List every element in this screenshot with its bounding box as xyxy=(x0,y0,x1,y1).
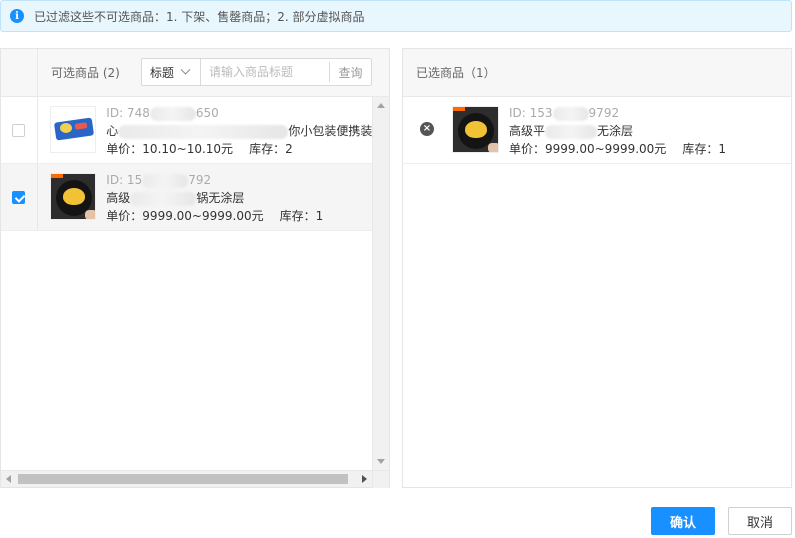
horizontal-scroll-thumb[interactable] xyxy=(18,474,348,484)
scroll-down-icon[interactable] xyxy=(377,459,385,464)
scroll-left-icon[interactable] xyxy=(6,475,11,483)
product-meta: 单价：10.10~10.10元 库存：2 xyxy=(106,140,372,158)
product-thumbnail xyxy=(49,106,97,153)
vertical-scrollbar[interactable] xyxy=(372,97,389,470)
row-check-cell[interactable] xyxy=(1,97,38,163)
header-check-column xyxy=(1,49,38,96)
product-name: 高级 锅无涂层 xyxy=(106,191,245,206)
scroll-up-icon[interactable] xyxy=(377,103,385,108)
product-row[interactable]: ID: 748 650 心你小包装便携装 单价：10.10~10.10元 库存：2 xyxy=(1,97,372,164)
remove-icon[interactable]: × xyxy=(420,122,434,136)
selected-products-panel: 已选商品（1） × ID: 153 9792 高级平 无涂层 单价：9999.00~… xyxy=(402,48,792,488)
search-field-value: 标题 xyxy=(150,65,175,80)
product-id: ID: 153 9792 xyxy=(509,106,620,121)
product-stock: 库存：2 xyxy=(249,142,293,156)
product-info: ID: 748 650 心你小包装便携装 单价：10.10~10.10元 库存：2 xyxy=(106,104,372,163)
product-checkbox[interactable] xyxy=(12,123,26,137)
selected-products-list: × ID: 153 9792 高级平 无涂层 单价：9999.00~9999.00元… xyxy=(403,97,791,164)
filter-notice: i 已过滤这些不可选商品：1. 下架、售罄商品；2. 部分虚拟商品 xyxy=(0,0,792,32)
product-id: ID: 748 650 xyxy=(106,106,219,121)
chevron-down-icon xyxy=(180,64,191,75)
search-button[interactable]: 查询 xyxy=(329,62,371,82)
product-stock: 库存：1 xyxy=(279,209,324,223)
product-id: ID: 15 792 xyxy=(106,173,212,188)
product-checkbox-checked[interactable] xyxy=(12,190,26,204)
product-price: 单价：10.10~10.10元 xyxy=(106,142,234,156)
product-row[interactable]: ID: 15 792 高级 锅无涂层 单价：9999.00~9999.00元 库存：1 xyxy=(1,164,372,231)
confirm-button[interactable]: 确认 xyxy=(651,507,715,535)
product-price: 单价：9999.00~9999.00元 xyxy=(509,142,667,156)
available-products-panel: 可选商品 (2) 标题 查询 ID: 748650 心你小包装便携装 单价：10… xyxy=(0,48,390,488)
product-price: 单价：9999.00~9999.00元 xyxy=(106,209,264,223)
selected-products-header: 已选商品（1） xyxy=(403,49,791,97)
scrollbar-corner xyxy=(372,471,389,488)
notice-text: 已过滤这些不可选商品：1. 下架、售罄商品；2. 部分虚拟商品 xyxy=(34,9,365,24)
info-icon: i xyxy=(10,9,24,23)
product-meta: 单价：9999.00~9999.00元 库存：1 xyxy=(509,140,749,158)
selected-products-title: 已选商品（1） xyxy=(416,66,496,80)
selected-product-row: × ID: 153 9792 高级平 无涂层 单价：9999.00~9999.00元… xyxy=(403,97,791,164)
product-name: 心你小包装便携装 xyxy=(106,124,372,139)
product-thumbnail xyxy=(49,173,97,220)
product-stock: 库存：1 xyxy=(682,142,726,156)
product-name: 高级平 无涂层 xyxy=(509,124,634,139)
row-check-cell[interactable] xyxy=(1,164,38,230)
product-info: ID: 153 9792 高级平 无涂层 单价：9999.00~9999.00元 库存… xyxy=(509,104,749,163)
product-search: 标题 查询 xyxy=(141,58,372,86)
scroll-right-icon[interactable] xyxy=(362,475,367,483)
product-info: ID: 15 792 高级 锅无涂层 单价：9999.00~9999.00元 库存：1 xyxy=(106,171,372,230)
search-input[interactable] xyxy=(201,59,329,85)
search-field-select[interactable]: 标题 xyxy=(142,59,201,85)
product-thumbnail xyxy=(452,106,499,153)
horizontal-scrollbar[interactable] xyxy=(1,470,389,488)
cancel-button[interactable]: 取消 xyxy=(728,507,792,535)
product-meta: 单价：9999.00~9999.00元 库存：1 xyxy=(106,207,372,225)
available-products-title: 可选商品 (2) xyxy=(51,66,120,80)
available-products-header: 可选商品 (2) 标题 查询 xyxy=(1,49,389,97)
available-products-list: ID: 748 650 心你小包装便携装 单价：10.10~10.10元 库存：2 … xyxy=(1,97,372,470)
